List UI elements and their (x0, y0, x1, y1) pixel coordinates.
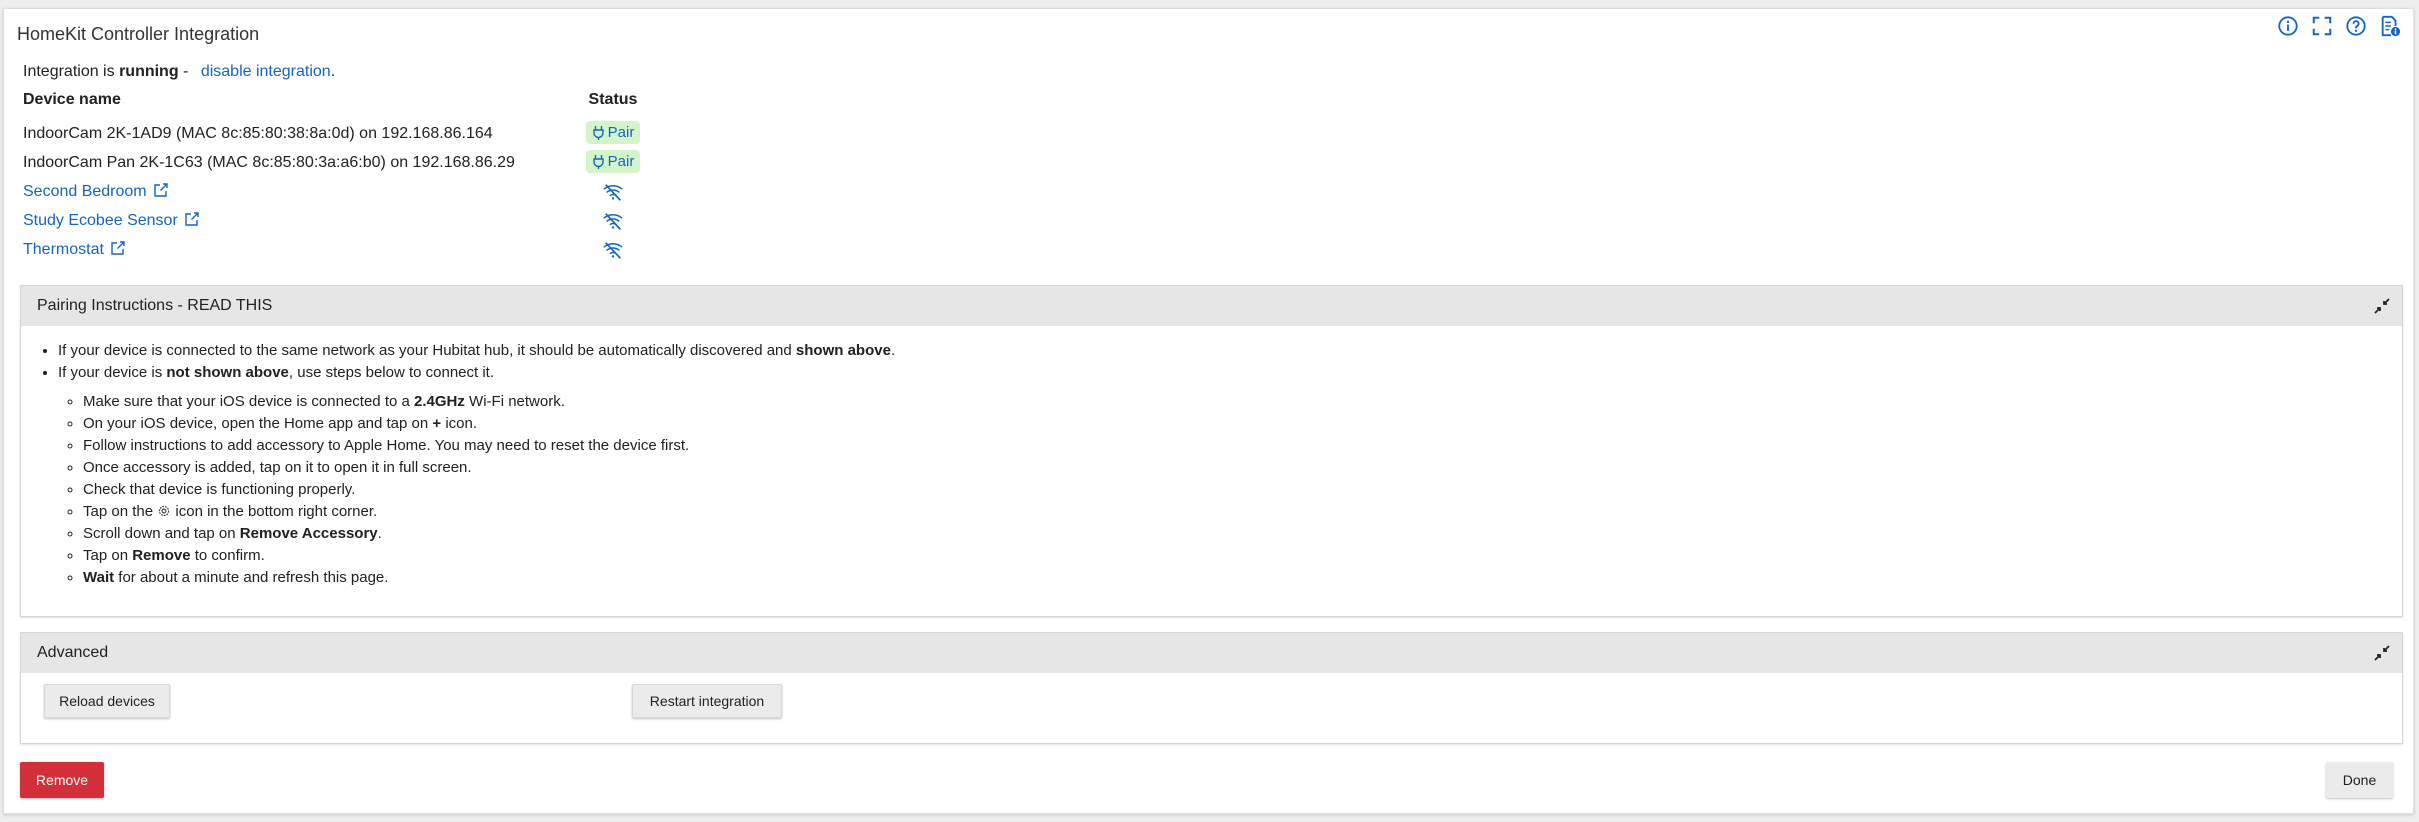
device-name: IndoorCam 2K-1AD9 (MAC 8c:85:80:38:8a:0d… (23, 124, 493, 142)
table-row: IndoorCam Pan 2K-1C63 (MAC 8c:85:80:3a:a… (23, 148, 668, 177)
list-item: Scroll down and tap on Remove Accessory. (83, 523, 2402, 545)
device-link-label: Study Ecobee Sensor (23, 212, 178, 229)
fullscreen-icon[interactable] (2311, 15, 2333, 37)
list-item: If your device is connected to the same … (58, 340, 2402, 362)
status-separator: - (178, 63, 193, 80)
integration-status: Integration is running - disable integra… (23, 63, 335, 81)
pair-button[interactable]: Pair (585, 150, 641, 174)
list-item: Tap on the icon in the bottom right corn… (83, 501, 2402, 523)
device-link-label: Thermostat (23, 241, 104, 258)
device-name-header: Device name (23, 91, 121, 108)
list-item: Once accessory is added, tap on it to op… (83, 457, 2402, 479)
advanced-body: Reload devices Restart integration (21, 673, 2402, 743)
list-item: Wait for about a minute and refresh this… (83, 567, 2402, 589)
list-item: Make sure that your iOS device is connec… (83, 391, 2402, 413)
device-name: IndoorCam Pan 2K-1C63 (MAC 8c:85:80:3a:a… (23, 153, 515, 171)
external-link-icon (111, 241, 125, 255)
external-link-icon (185, 212, 199, 226)
help-icon[interactable] (2345, 15, 2367, 37)
info-icon[interactable] (2277, 15, 2299, 37)
table-row: IndoorCam 2K-1AD9 (MAC 8c:85:80:38:8a:0d… (23, 119, 668, 148)
table-row: Second Bedroom (23, 177, 668, 206)
wifi-off-icon (603, 212, 623, 230)
pair-label: Pair (607, 153, 635, 171)
list-item: Check that device is functioning properl… (83, 479, 2402, 501)
page-title: HomeKit Controller Integration (17, 24, 260, 44)
list-item: If your device is not shown above, use s… (58, 362, 2402, 589)
list-item: Tap on Remove to confirm. (83, 545, 2402, 567)
plug-icon (592, 154, 604, 169)
device-link-second-bedroom[interactable]: Second Bedroom (23, 183, 169, 200)
pairing-instructions-body: If your device is connected to the same … (21, 326, 2402, 589)
device-link-thermostat[interactable]: Thermostat (23, 241, 126, 258)
wifi-off-icon (603, 183, 623, 201)
pair-label: Pair (607, 124, 635, 142)
table-row: Thermostat (23, 235, 668, 264)
integration-page: HomeKit Controller Integration Integrati… (3, 8, 2414, 814)
pairing-instructions-panel: Pairing Instructions - READ THIS If your… (20, 285, 2403, 617)
advanced-title: Advanced (37, 644, 109, 661)
external-link-icon (153, 183, 168, 197)
device-link-study-ecobee-sensor[interactable]: Study Ecobee Sensor (23, 212, 200, 229)
collapse-icon[interactable] (2372, 643, 2392, 663)
top-toolbar (2277, 15, 2401, 37)
done-button[interactable]: Done (2326, 762, 2393, 798)
table-row: Study Ecobee Sensor (23, 206, 668, 235)
disable-integration-link[interactable]: disable integration (201, 63, 331, 80)
status-suffix: . (330, 63, 336, 80)
device-link-label: Second Bedroom (23, 183, 147, 200)
advanced-panel: Advanced Reload devices Restart integrat… (20, 632, 2403, 744)
devices-table: Device name Status IndoorCam 2K-1AD9 (MA… (23, 91, 668, 264)
remove-button[interactable]: Remove (20, 762, 104, 798)
pair-button[interactable]: Pair (585, 121, 641, 145)
reload-devices-button[interactable]: Reload devices (44, 684, 170, 718)
advanced-header[interactable]: Advanced (21, 633, 2402, 673)
list-item: Follow instructions to add accessory to … (83, 435, 2402, 457)
plug-icon (592, 125, 604, 140)
list-item: On your iOS device, open the Home app an… (83, 413, 2402, 435)
collapse-icon[interactable] (2372, 296, 2392, 316)
pairing-instructions-header[interactable]: Pairing Instructions - READ THIS (21, 286, 2402, 326)
status-prefix: Integration is (23, 63, 120, 80)
restart-integration-button[interactable]: Restart integration (632, 684, 782, 718)
gear-icon (159, 505, 170, 517)
documentation-icon[interactable] (2379, 15, 2401, 37)
status-header: Status (588, 91, 638, 108)
status-state: running (119, 63, 179, 80)
pairing-instructions-title: Pairing Instructions - READ THIS (37, 297, 273, 314)
wifi-off-icon (603, 241, 623, 259)
